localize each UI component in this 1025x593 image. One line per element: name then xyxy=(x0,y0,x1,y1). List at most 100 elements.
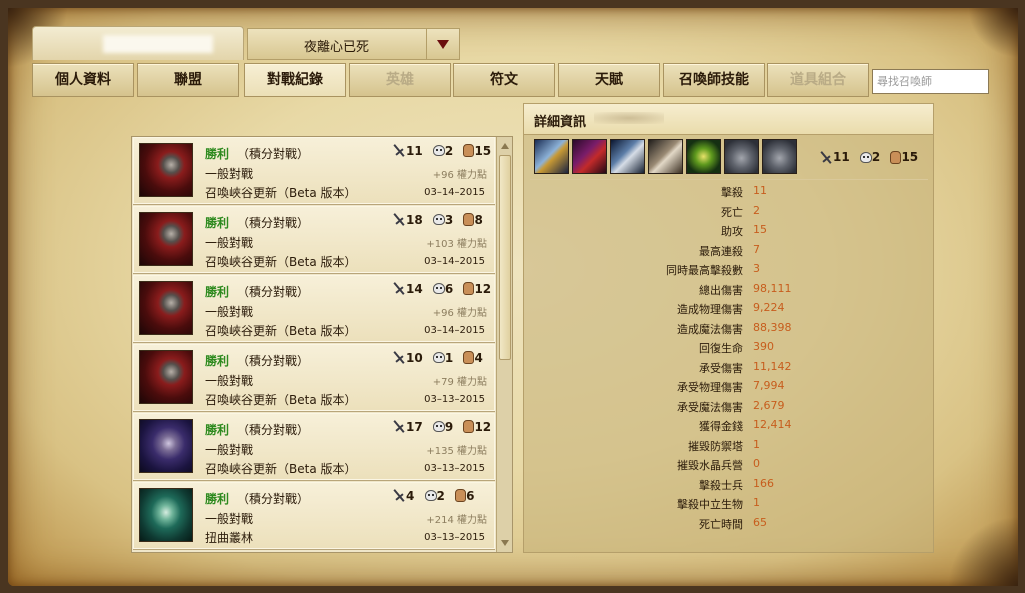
skull-icon xyxy=(432,352,445,363)
stat-label: 摧毀防禦塔 xyxy=(688,440,743,453)
ip-earned: +103 權力點 xyxy=(426,239,487,250)
stat-label: 最高連殺 xyxy=(699,245,743,258)
stat-value: 3 xyxy=(753,262,760,275)
match-row[interactable]: 勝利 （積分對戰） 一般對戰 扭曲叢林 4 2 6 +214 權力點 03–13… xyxy=(133,482,495,550)
match-list-scrollbar[interactable] xyxy=(496,137,512,552)
match-row[interactable]: 勝利 （積分對戰） 一般對戰 召喚峽谷更新（Beta 版本） 17 9 12 +… xyxy=(133,413,495,481)
divider xyxy=(530,179,928,180)
stat-value: 2 xyxy=(753,204,760,217)
burnt-corner xyxy=(948,516,1018,586)
ip-earned: +79 權力點 xyxy=(432,377,487,388)
stat-label: 造成魔法傷害 xyxy=(677,323,743,336)
ip-earned: +96 權力點 xyxy=(432,170,487,181)
match-mode: （積分對戰） xyxy=(237,147,310,161)
match-result: 勝利 xyxy=(205,147,230,161)
hand-icon xyxy=(463,282,475,295)
match-mode: （積分對戰） xyxy=(237,423,310,437)
stat-row: 擊殺 11 xyxy=(524,182,933,201)
assists-value: 15 xyxy=(474,143,492,158)
hourglass-item-icon[interactable] xyxy=(534,139,569,174)
stat-value: 166 xyxy=(753,477,774,490)
hand-icon xyxy=(463,144,475,157)
tab-profile[interactable]: 個人資料 xyxy=(32,63,134,97)
summoner-dropdown[interactable]: 夜離心已死 xyxy=(247,28,460,60)
match-date: 03–14–2015 xyxy=(424,187,485,198)
match-queue: 一般對戰 xyxy=(205,443,254,457)
stat-value: 88,398 xyxy=(753,321,792,334)
scroll-down-arrow-icon[interactable] xyxy=(499,537,511,549)
stat-label: 承受物理傷害 xyxy=(677,381,743,394)
match-queue: 一般對戰 xyxy=(205,305,254,319)
red-hair-champion-portrait xyxy=(139,350,193,404)
staff-item-icon[interactable] xyxy=(686,139,721,174)
stat-value: 11,142 xyxy=(753,360,792,373)
stat-label: 獲得金錢 xyxy=(699,420,743,433)
sword-icon xyxy=(393,144,406,157)
sword-icon xyxy=(393,213,406,226)
deaths-value: 2 xyxy=(436,488,445,503)
scrollbar-thumb[interactable] xyxy=(499,155,511,360)
deaths-value: 1 xyxy=(444,350,454,365)
stat-value: 7,994 xyxy=(753,379,785,392)
stat-value: 15 xyxy=(753,223,767,236)
stat-value: 98,111 xyxy=(753,282,792,295)
match-kda: 4 2 6 xyxy=(393,488,474,503)
tab-champions: 英雄 xyxy=(349,63,451,97)
tab-masteries[interactable]: 天賦 xyxy=(558,63,660,97)
stat-value: 0 xyxy=(753,457,760,470)
kills-value: 4 xyxy=(406,488,415,503)
boots-item-icon[interactable] xyxy=(648,139,683,174)
pouch-item-icon[interactable] xyxy=(762,139,797,174)
stat-label: 回復生命 xyxy=(699,342,743,355)
pouch-item-icon[interactable] xyxy=(724,139,759,174)
summoner-search-input[interactable] xyxy=(872,69,989,94)
match-row[interactable]: 勝利 （積分對戰） 一般對戰 召喚峽谷更新（Beta 版本） 14 6 12 +… xyxy=(133,275,495,343)
scroll-up-arrow-icon[interactable] xyxy=(499,140,511,152)
assists-value: 8 xyxy=(474,212,483,227)
stat-row: 造成物理傷害 9,224 xyxy=(524,299,933,318)
assists-value: 15 xyxy=(901,150,919,164)
match-row[interactable]: 勝利 （積分對戰） 一般對戰 召喚峽谷更新（Beta 版本） 10 1 4 +7… xyxy=(133,344,495,412)
stat-label: 同時最高擊殺數 xyxy=(666,264,743,277)
summoner-name: 夜離心已死 xyxy=(303,40,369,55)
match-details-panel: 詳細資訊 11 2 15 擊殺 11 死亡 2 助攻 15 最高連殺 7 同時最高擊殺數… xyxy=(523,103,934,553)
match-map: 召喚峽谷更新（Beta 版本） xyxy=(205,462,357,476)
stat-row: 同時最高擊殺數 3 xyxy=(524,260,933,279)
stat-value: 2,679 xyxy=(753,399,785,412)
match-date: 03–13–2015 xyxy=(424,463,485,474)
match-mode: （積分對戰） xyxy=(237,216,310,230)
hand-icon xyxy=(463,213,475,226)
wand-item-icon[interactable] xyxy=(610,139,645,174)
red-hair-champion-portrait xyxy=(139,281,193,335)
tab-leagues[interactable]: 聯盟 xyxy=(137,63,239,97)
tab-runes[interactable]: 符文 xyxy=(453,63,555,97)
match-kda: 10 1 4 xyxy=(393,350,483,365)
skull-icon xyxy=(432,145,445,156)
chevron-down-icon[interactable] xyxy=(426,29,459,59)
stat-value: 7 xyxy=(753,243,760,256)
red-hair-champion-portrait xyxy=(139,212,193,266)
kills-value: 10 xyxy=(406,350,423,365)
match-result: 勝利 xyxy=(205,423,230,437)
match-map: 扭曲叢林 xyxy=(205,531,254,545)
tab-match-history[interactable]: 對戰紀錄 xyxy=(244,63,346,97)
stat-label: 擊殺 xyxy=(721,186,743,199)
stat-row: 摧毀防禦塔 1 xyxy=(524,436,933,455)
match-row[interactable]: 勝利 （積分對戰） 一般對戰 召喚峽谷更新（Beta 版本） 11 2 15 +… xyxy=(133,137,495,205)
match-row[interactable]: 勝利 （積分對戰） 一般對戰 召喚峽谷更新（Beta 版本） 18 3 8 +1… xyxy=(133,206,495,274)
tab-item-sets: 道具組合 xyxy=(767,63,869,97)
kills-value: 11 xyxy=(833,150,850,164)
match-map: 召喚峽谷更新（Beta 版本） xyxy=(205,186,357,200)
redacted-summoner-box xyxy=(32,26,244,60)
red-hair-champion-portrait xyxy=(139,143,193,197)
cape-item-icon[interactable] xyxy=(572,139,607,174)
match-date: 03–14–2015 xyxy=(424,256,485,267)
assists-value: 6 xyxy=(466,488,475,503)
stat-row: 承受物理傷害 7,994 xyxy=(524,377,933,396)
tab-summoner-spells[interactable]: 召喚師技能 xyxy=(663,63,765,97)
stat-value: 390 xyxy=(753,340,774,353)
ip-earned: +214 權力點 xyxy=(426,515,487,526)
details-kda: 11 2 15 xyxy=(820,150,918,164)
stat-label: 死亡 xyxy=(721,206,743,219)
kills-value: 17 xyxy=(406,419,423,434)
